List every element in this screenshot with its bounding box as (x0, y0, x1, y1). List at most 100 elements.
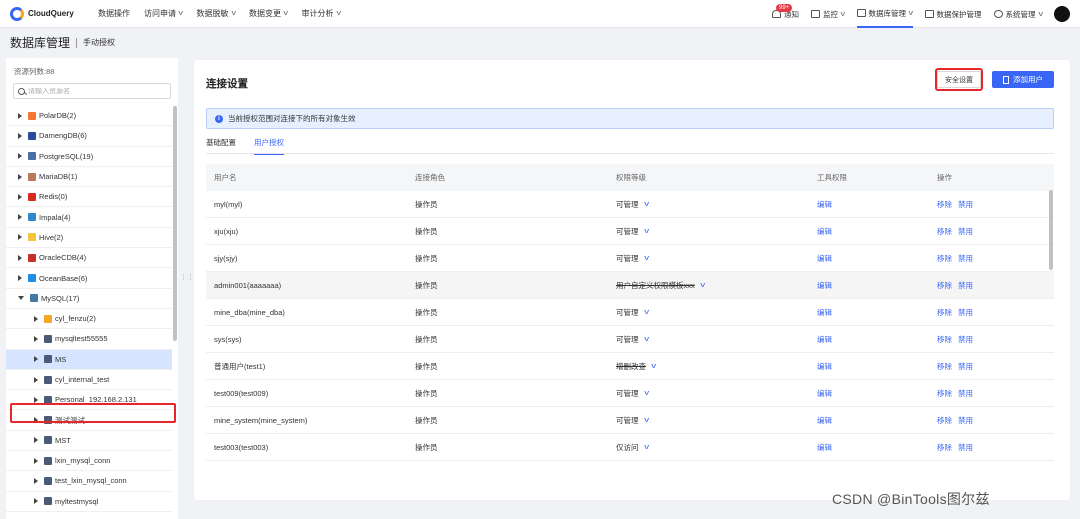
panel-resize-handle[interactable]: ⋮⋮ (180, 273, 194, 281)
tree-item[interactable]: myltestmysql (6, 492, 172, 512)
caret-right-icon[interactable] (34, 315, 38, 322)
page-title[interactable]: 数据库管理 (10, 34, 70, 51)
remove-link[interactable]: 移除 (937, 443, 952, 452)
edit-link[interactable]: 编辑 (817, 362, 832, 371)
edit-link[interactable]: 编辑 (817, 335, 832, 344)
actions-cell: 移除 禁用 (929, 415, 1054, 426)
system-manage-menu[interactable]: 系统管理 v (993, 0, 1043, 28)
disable-link[interactable]: 禁用 (958, 254, 973, 263)
data-protect-menu[interactable]: 数据保护管理 (924, 0, 982, 28)
nav-item[interactable]: 数据操作 (98, 8, 130, 19)
tree-item[interactable]: DamengDB(6) (6, 126, 172, 147)
tree-item[interactable]: PostgreSQL(19) (6, 147, 172, 167)
nav-item[interactable]: 数据脱敏 v (197, 8, 236, 19)
tree-item[interactable]: PolarDB(2) (6, 106, 172, 127)
tree-item[interactable]: OracleCDB(4) (6, 248, 172, 269)
caret-right-icon[interactable] (34, 396, 38, 403)
permission-level-value: 可管理 (616, 199, 639, 209)
nav-item[interactable]: 审计分析 v (302, 8, 341, 19)
permission-level-select[interactable]: 可管理 v (608, 199, 809, 210)
permission-level-select[interactable]: 可管理 v (608, 334, 809, 345)
permission-level-select[interactable]: 用户自定义权限模板xxx v (608, 280, 809, 291)
tree-item[interactable]: MySQL(17) (6, 289, 172, 309)
edit-link[interactable]: 编辑 (817, 200, 832, 209)
edit-link[interactable]: 编辑 (817, 443, 832, 452)
caret-down-icon[interactable] (18, 296, 24, 301)
caret-right-icon[interactable] (34, 335, 38, 342)
tree-item[interactable]: mysqltest55555 (6, 329, 172, 350)
nav-item[interactable]: 访问申请 v (144, 8, 183, 19)
caret-right-icon[interactable] (34, 376, 38, 383)
caret-right-icon[interactable] (34, 437, 38, 444)
caret-right-icon[interactable] (34, 356, 38, 363)
edit-link[interactable]: 编辑 (817, 389, 832, 398)
remove-link[interactable]: 移除 (937, 335, 952, 344)
tree-item[interactable]: Impala(4) (6, 207, 172, 228)
monitor-menu[interactable]: 监控 v (811, 0, 845, 28)
sidebar-scrollbar[interactable] (173, 106, 177, 341)
add-user-button[interactable]: 添加用户 (992, 71, 1054, 88)
tree-item[interactable]: OceanBase(6) (6, 268, 172, 289)
permission-level-select[interactable]: 可管理 v (608, 307, 809, 318)
edit-link[interactable]: 编辑 (817, 281, 832, 290)
tree-item[interactable]: lxin_mysql_conn (6, 451, 172, 472)
caret-right-icon[interactable] (18, 275, 22, 282)
permission-level-select[interactable]: 可管理 v (608, 253, 809, 264)
caret-right-icon[interactable] (18, 153, 22, 160)
permission-level-select[interactable]: 可管理 v (608, 388, 809, 399)
db-manage-label: 数据库管理 (868, 8, 907, 18)
notification-button[interactable]: 99+ 通知 (772, 0, 799, 28)
caret-right-icon[interactable] (18, 214, 22, 221)
remove-link[interactable]: 移除 (937, 281, 952, 290)
edit-link[interactable]: 编辑 (817, 227, 832, 236)
brand-logo[interactable]: CloudQuery (10, 6, 90, 21)
tree-item[interactable]: test_lxin_mysql_conn (6, 471, 172, 492)
remove-link[interactable]: 移除 (937, 416, 952, 425)
permission-level-select[interactable]: 可管理 v (608, 415, 809, 426)
db-manage-menu[interactable]: 数据库管理 v (856, 0, 913, 28)
tree-item[interactable]: MariaDB(1) (6, 167, 172, 188)
remove-link[interactable]: 移除 (937, 362, 952, 371)
disable-link[interactable]: 禁用 (958, 308, 973, 317)
caret-right-icon[interactable] (18, 234, 22, 241)
remove-link[interactable]: 移除 (937, 254, 952, 263)
caret-right-icon[interactable] (18, 254, 22, 261)
remove-link[interactable]: 移除 (937, 389, 952, 398)
nav-item[interactable]: 数据变更 v (249, 8, 288, 19)
edit-link[interactable]: 编辑 (817, 416, 832, 425)
caret-right-icon[interactable] (18, 112, 22, 119)
permission-level-value: 可管理 (616, 253, 639, 263)
disable-link[interactable]: 禁用 (958, 227, 973, 236)
edit-link[interactable]: 编辑 (817, 308, 832, 317)
disable-link[interactable]: 禁用 (958, 416, 973, 425)
caret-right-icon[interactable] (18, 173, 22, 180)
table-scrollbar[interactable] (1049, 190, 1053, 270)
tree-item[interactable]: Hive(2) (6, 228, 172, 249)
resource-search-input[interactable] (28, 87, 158, 95)
disable-link[interactable]: 禁用 (958, 335, 973, 344)
remove-link[interactable]: 移除 (937, 200, 952, 209)
edit-link[interactable]: 编辑 (817, 254, 832, 263)
caret-right-icon[interactable] (34, 457, 38, 464)
tree-item[interactable]: MST (6, 431, 172, 452)
disable-link[interactable]: 禁用 (958, 443, 973, 452)
caret-right-icon[interactable] (18, 132, 22, 139)
permission-level-select[interactable]: 增删改查 v (608, 361, 809, 372)
tree-item[interactable]: cyl_internal_test (6, 370, 172, 391)
caret-right-icon[interactable] (34, 477, 38, 484)
disable-link[interactable]: 禁用 (958, 362, 973, 371)
tree-item[interactable]: MS (6, 349, 172, 370)
disable-link[interactable]: 禁用 (958, 281, 973, 290)
chevron-down-icon: v (335, 10, 341, 17)
disable-link[interactable]: 禁用 (958, 389, 973, 398)
disable-link[interactable]: 禁用 (958, 200, 973, 209)
caret-right-icon[interactable] (18, 193, 22, 200)
caret-right-icon[interactable] (34, 498, 38, 505)
remove-link[interactable]: 移除 (937, 227, 952, 236)
permission-level-select[interactable]: 可管理 v (608, 226, 809, 237)
permission-level-select[interactable]: 仅访问 v (608, 442, 809, 453)
remove-link[interactable]: 移除 (937, 308, 952, 317)
user-avatar[interactable] (1054, 6, 1070, 22)
tree-item[interactable]: cyl_fenzu(2) (6, 309, 172, 330)
tree-item[interactable]: Redis(0) (6, 187, 172, 208)
